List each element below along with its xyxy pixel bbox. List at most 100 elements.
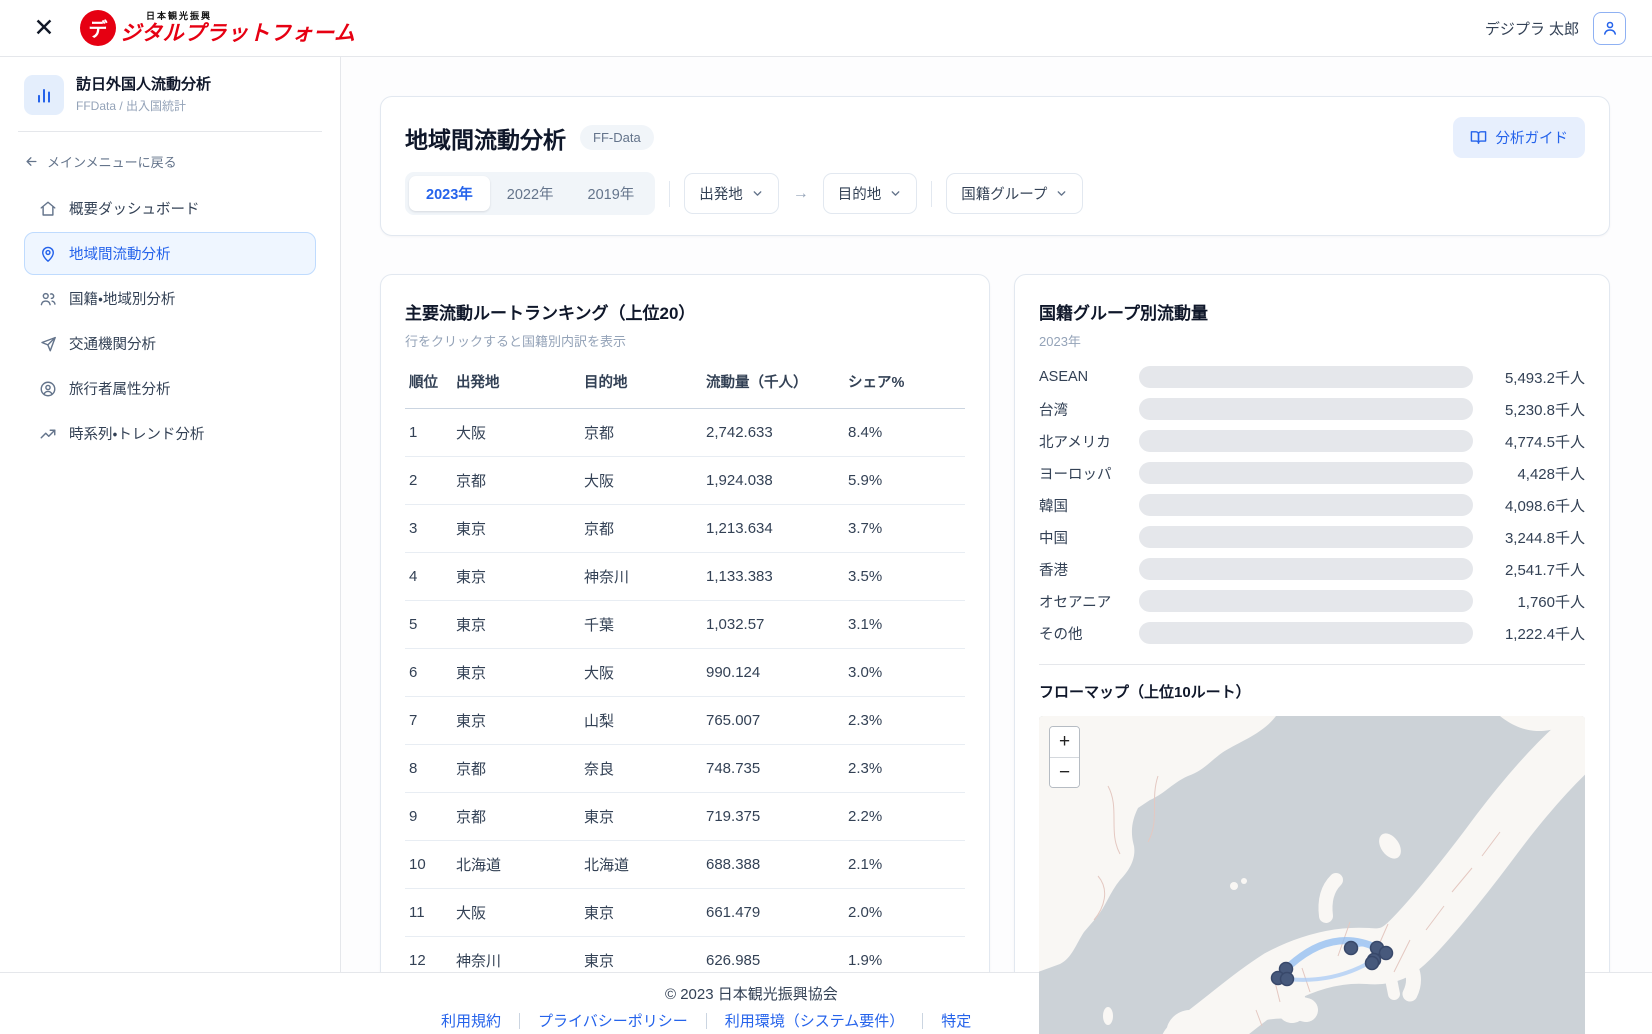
guide-button-label: 分析ガイド	[1496, 127, 1569, 148]
table-cell: 3	[405, 504, 452, 552]
ranking-title: 主要流動ルートランキング（上位20）	[405, 299, 965, 324]
table-cell: 1,213.634	[702, 504, 844, 552]
table-cell: 2	[405, 456, 452, 504]
origin-dropdown[interactable]: 出発地	[684, 173, 779, 214]
sidebar-app-title: 訪日外国人流動分析	[76, 76, 211, 95]
table-row[interactable]: 3東京京都1,213.6343.7%	[405, 504, 965, 552]
users-icon	[39, 290, 57, 308]
close-icon[interactable]: ✕	[26, 10, 62, 46]
sidebar-item-0[interactable]: 概要ダッシュボード	[24, 187, 316, 230]
table-cell: 7	[405, 696, 452, 744]
year-tab-2[interactable]: 2019年	[571, 176, 652, 211]
trend-icon	[39, 425, 57, 443]
user-account-button[interactable]	[1593, 12, 1626, 45]
bar-label: 香港	[1039, 559, 1139, 580]
nationality-group-dropdown[interactable]: 国籍グループ	[946, 173, 1083, 214]
footer-link-3[interactable]: 特定	[941, 1010, 971, 1031]
table-cell: 3.0%	[844, 648, 965, 696]
sidebar-item-1[interactable]: 地域間流動分析	[24, 232, 316, 275]
table-cell: 京都	[452, 792, 580, 840]
bar-track	[1139, 590, 1473, 612]
analysis-guide-button[interactable]: 分析ガイド	[1453, 117, 1586, 158]
nationality-flow-card: 国籍グループ別流動量 2023年 ASEAN5,493.2千人台湾5,230.8…	[1014, 274, 1610, 1034]
bar-label: 北アメリカ	[1039, 431, 1139, 452]
destination-dropdown[interactable]: 目的地	[823, 173, 918, 214]
bar-label: 台湾	[1039, 399, 1139, 420]
table-row[interactable]: 7東京山梨765.0072.3%	[405, 696, 965, 744]
bar-row: オセアニア 1,760千人	[1039, 590, 1585, 612]
back-link-label: メインメニューに戻る	[47, 152, 177, 171]
table-row[interactable]: 1大阪京都2,742.6338.4%	[405, 408, 965, 456]
destination-dropdown-label: 目的地	[838, 183, 882, 204]
bar-track	[1139, 430, 1473, 452]
user-icon	[1601, 19, 1619, 37]
footer-link-separator	[706, 1013, 707, 1029]
bar-track	[1139, 494, 1473, 516]
back-to-main-menu-link[interactable]: メインメニューに戻る	[12, 146, 328, 185]
table-row[interactable]: 2京都大阪1,924.0385.9%	[405, 456, 965, 504]
route-ranking-table: 順位出発地目的地流動量（千人）シェア% 1大阪京都2,742.6338.4%2京…	[405, 362, 965, 1033]
year-tab-1[interactable]: 2022年	[490, 176, 571, 211]
sidebar-item-label: 概要ダッシュボード	[69, 198, 200, 219]
table-cell: 東京	[452, 600, 580, 648]
bar-value: 5,493.2千人	[1473, 367, 1585, 388]
footer-link-2[interactable]: 利用環境（システム要件）	[725, 1010, 905, 1031]
sidebar-item-2[interactable]: 国籍・地域別分析	[24, 277, 316, 320]
sidebar-item-4[interactable]: 旅行者属性分析	[24, 367, 316, 410]
sidebar-item-label: 旅行者属性分析	[69, 378, 171, 399]
table-cell: 1	[405, 408, 452, 456]
sidebar-item-label: 時系列・トレンド分析	[69, 423, 204, 444]
app-logo: デ 日本観光振興 ジタルプラットフォーム	[80, 10, 355, 46]
table-row[interactable]: 4東京神奈川1,133.3833.5%	[405, 552, 965, 600]
sidebar-item-3[interactable]: 交通機関分析	[24, 322, 316, 365]
table-cell: 東京	[452, 648, 580, 696]
footer-link-0[interactable]: 利用規約	[441, 1010, 501, 1031]
route-ranking-card: 主要流動ルートランキング（上位20） 行をクリックすると国籍別内訳を表示 順位出…	[380, 274, 990, 1034]
bar-label: ASEAN	[1039, 369, 1139, 385]
table-row[interactable]: 5東京千葉1,032.573.1%	[405, 600, 965, 648]
table-cell: 748.735	[702, 744, 844, 792]
toolbar-separator	[931, 181, 932, 207]
bar-row: ヨーロッパ4,428千人	[1039, 462, 1585, 484]
nationality-subtitle: 2023年	[1039, 331, 1585, 350]
footer-link-1[interactable]: プライバシーポリシー	[538, 1010, 688, 1031]
table-row[interactable]: 10北海道北海道688.3882.1%	[405, 840, 965, 888]
sidebar-item-label: 国籍・地域別分析	[69, 288, 175, 309]
zoom-in-button[interactable]: +	[1050, 727, 1079, 757]
zoom-out-button[interactable]: −	[1050, 757, 1079, 787]
sidebar-item-5[interactable]: 時系列・トレンド分析	[24, 412, 316, 455]
table-cell: 8	[405, 744, 452, 792]
table-row[interactable]: 8京都奈良748.7352.3%	[405, 744, 965, 792]
table-row[interactable]: 6東京大阪990.1243.0%	[405, 648, 965, 696]
table-cell: 688.388	[702, 840, 844, 888]
logo-mark: デ	[80, 10, 116, 46]
bar-row: 韓国4,098.6千人	[1039, 494, 1585, 516]
origin-dropdown-label: 出発地	[699, 183, 743, 204]
bar-value: 4,098.6千人	[1473, 495, 1585, 516]
table-cell: 4	[405, 552, 452, 600]
table-cell: 2.3%	[844, 696, 965, 744]
table-cell: 東京	[452, 504, 580, 552]
bar-label: 中国	[1039, 527, 1139, 548]
main-content: 地域間流動分析 FF-Data 分析ガイド 2023年2022年2019年 出発…	[341, 57, 1652, 1034]
table-cell: 東京	[452, 696, 580, 744]
sidebar-item-label: 地域間流動分析	[69, 243, 171, 264]
plane-icon	[39, 335, 57, 353]
flow-map[interactable]: + −	[1039, 716, 1585, 1034]
nationality-bar-chart: ASEAN5,493.2千人台湾5,230.8千人北アメリカ4,774.5千人ヨ…	[1039, 366, 1585, 644]
user-circle-icon	[39, 380, 57, 398]
table-cell: 山梨	[580, 696, 702, 744]
table-cell: 990.124	[702, 648, 844, 696]
table-cell: 大阪	[452, 888, 580, 936]
table-cell: 10	[405, 840, 452, 888]
bar-value: 1,222.4千人	[1473, 623, 1585, 644]
bar-value: 1,760千人	[1473, 591, 1585, 612]
table-cell: 3.5%	[844, 552, 965, 600]
table-row[interactable]: 9京都東京719.3752.2%	[405, 792, 965, 840]
table-row[interactable]: 11大阪東京661.4792.0%	[405, 888, 965, 936]
chevron-down-icon	[1055, 187, 1068, 200]
table-cell: 2.0%	[844, 888, 965, 936]
year-tab-0[interactable]: 2023年	[409, 176, 490, 211]
table-cell: 京都	[452, 744, 580, 792]
bar-label: オセアニア	[1039, 591, 1139, 612]
